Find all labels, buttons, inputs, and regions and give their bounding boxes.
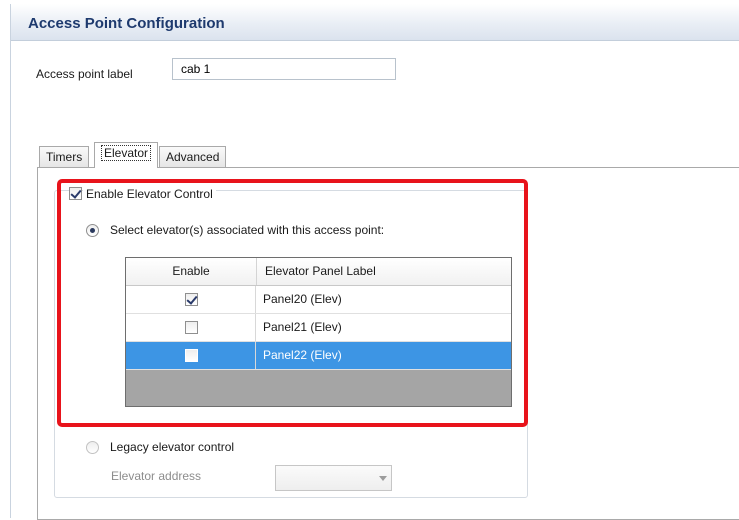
row-enable-cell (126, 342, 256, 369)
tab-elevator-label: Elevator (101, 145, 152, 161)
access-point-label-input[interactable] (172, 58, 396, 80)
table-row[interactable]: Panel22 (Elev) (126, 342, 511, 370)
access-point-label-caption: Access point label (36, 67, 133, 81)
dialog-title-bar: Access Point Configuration (11, 4, 739, 41)
tab-advanced[interactable]: Advanced (159, 146, 227, 167)
grid-header-enable[interactable]: Enable (126, 258, 257, 285)
legacy-elevator-control-label: Legacy elevator control (110, 440, 235, 454)
enable-elevator-control-label: Enable Elevator Control (83, 187, 216, 201)
tab-timers[interactable]: Timers (39, 146, 90, 167)
row-enable-cell (126, 314, 256, 341)
select-elevators-radio[interactable] (86, 224, 99, 237)
elevator-address-select[interactable] (275, 465, 392, 491)
row-panel-label: Panel22 (Elev) (263, 348, 342, 362)
grid-header: Enable Elevator Panel Label (126, 258, 511, 286)
elevator-address-label: Elevator address (111, 469, 202, 483)
row-panel-label: Panel21 (Elev) (263, 320, 342, 334)
row-panel-label: Panel20 (Elev) (263, 292, 342, 306)
row-enable-cell (126, 286, 256, 313)
row-enable-checkbox[interactable] (185, 293, 198, 306)
elevator-panel-grid: Enable Elevator Panel Label Panel20 (Ele… (125, 257, 512, 407)
tab-timers-label: Timers (46, 150, 83, 164)
access-point-config-dialog: Access Point Configuration Access point … (10, 4, 739, 520)
select-elevators-label: Select elevator(s) associated with this … (110, 223, 385, 237)
tab-advanced-label: Advanced (166, 150, 220, 164)
chevron-down-icon (379, 476, 387, 481)
enable-elevator-control-checkbox[interactable] (69, 187, 82, 200)
grid-header-panel-label[interactable]: Elevator Panel Label (257, 258, 376, 285)
table-row[interactable]: Panel20 (Elev) (126, 286, 511, 314)
legacy-elevator-control-radio[interactable] (86, 441, 99, 454)
row-enable-checkbox[interactable] (185, 349, 198, 362)
row-enable-checkbox[interactable] (185, 321, 198, 334)
dialog-title: Access Point Configuration (28, 15, 225, 32)
tab-elevator[interactable]: Elevator (94, 142, 159, 168)
table-row[interactable]: Panel21 (Elev) (126, 314, 511, 342)
